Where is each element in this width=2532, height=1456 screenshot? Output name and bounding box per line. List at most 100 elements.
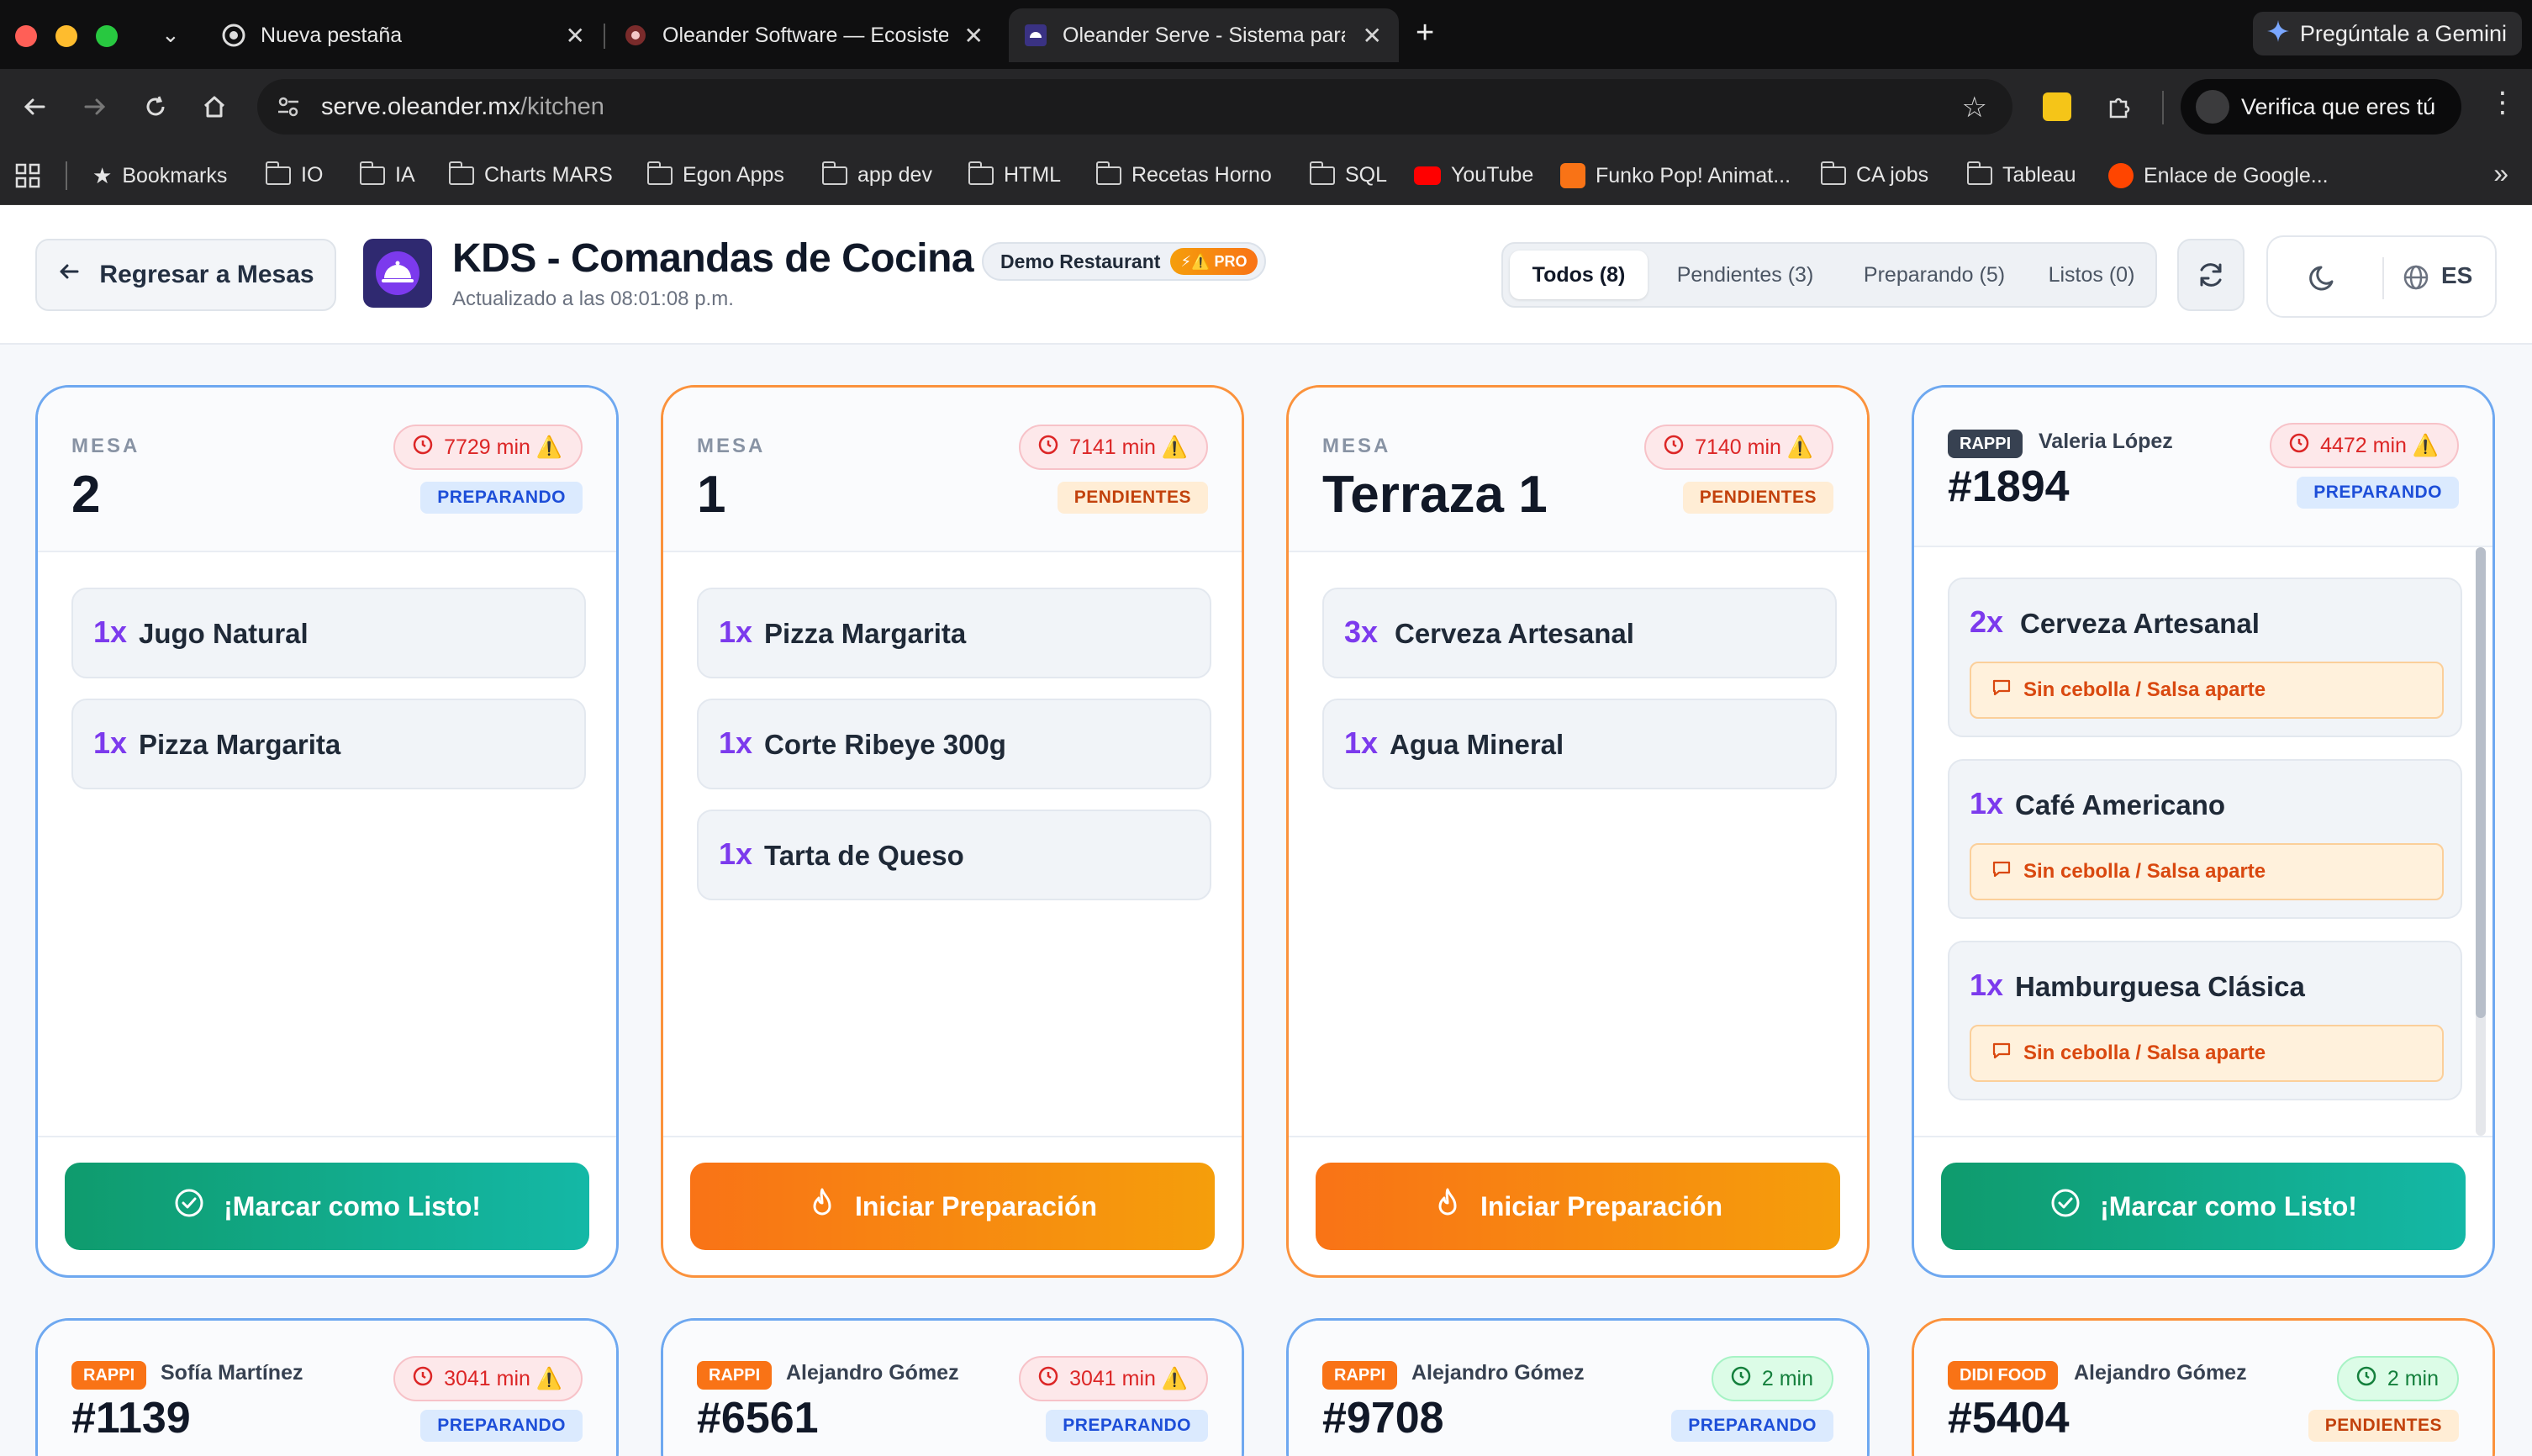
globe-icon[interactable]: [2403, 264, 2429, 295]
maximize-window-button[interactable]: [96, 25, 118, 47]
order-item: 1x Pizza Margarita: [71, 699, 586, 789]
filter-preparing[interactable]: Preparando (5): [1839, 251, 2029, 299]
controls-divider: [2382, 257, 2384, 299]
browser-menu-icon[interactable]: ⋮: [2488, 86, 2517, 119]
toolbar-divider: [2162, 91, 2164, 124]
customer-name: Alejandro Gómez: [2074, 1361, 2247, 1385]
folder-icon: [1966, 161, 1992, 185]
folder-icon: [448, 161, 474, 185]
customer-name: Alejandro Gómez: [1411, 1361, 1585, 1385]
filter-all[interactable]: Todos (8): [1510, 251, 1648, 299]
site-settings-icon[interactable]: [276, 94, 301, 126]
minimize-window-button[interactable]: [55, 25, 77, 47]
folder-icon: [1820, 161, 1846, 185]
forward-arrow-icon[interactable]: [76, 87, 114, 126]
bookmark-recetas-horno[interactable]: Recetas Horno: [1095, 161, 1272, 187]
pro-badge: ⚡⚠️ PRO: [1170, 248, 1258, 275]
new-tab-button[interactable]: +: [1416, 15, 1434, 51]
restaurant-name: Demo Restaurant: [1000, 250, 1161, 272]
bookmark-charts-mars[interactable]: Charts MARS: [448, 161, 613, 187]
scrollbar-thumb[interactable]: [2476, 547, 2486, 1018]
bookmark-google-link[interactable]: Enlace de Google...: [2108, 163, 2329, 188]
close-tab-icon[interactable]: ✕: [964, 22, 984, 50]
mark-ready-button[interactable]: ¡Marcar como Listo!: [65, 1163, 589, 1250]
back-arrow-icon[interactable]: [15, 87, 54, 126]
extensions-puzzle-icon[interactable]: [2100, 87, 2139, 126]
bookmark-sql[interactable]: SQL: [1309, 161, 1387, 187]
tab-oleander-serve[interactable]: Oleander Serve - Sistema para ✕: [1009, 8, 1399, 62]
start-preparation-button[interactable]: Iniciar Preparación: [1316, 1163, 1840, 1250]
tab-title: Nueva pestaña: [261, 23, 403, 47]
moon-icon[interactable]: [2307, 261, 2340, 298]
clock-icon: [2288, 432, 2310, 460]
gemini-button[interactable]: Pregúntale a Gemini: [2252, 12, 2522, 55]
order-number: #1139: [71, 1394, 191, 1443]
oleander-favicon-icon: [624, 24, 647, 47]
check-circle-icon: [2049, 1187, 2081, 1226]
bookmark-bookmarks[interactable]: ★ Bookmarks: [92, 163, 227, 189]
folder-icon: [1309, 161, 1335, 185]
clock-icon: [1730, 1365, 1752, 1393]
elapsed-timer: 2 min: [1711, 1356, 1833, 1401]
order-card-header: MESA 2 7729 min ⚠️ PREPARANDO: [38, 388, 616, 552]
kds-header: Regresar a Mesas KDS - Comandas de Cocin…: [0, 205, 2532, 345]
folder-icon: [359, 161, 385, 185]
order-items: 1x Jugo Natural 1x Pizza Margarita: [38, 554, 616, 1136]
order-item: 2x Cerveza Artesanal Sin cebolla / Salsa …: [1948, 578, 2462, 737]
tab-separator: [604, 24, 605, 49]
clock-icon: [1037, 434, 1059, 462]
filter-ready[interactable]: Listos (0): [2031, 251, 2152, 299]
bookmark-tableau[interactable]: Tableau: [1966, 161, 2076, 187]
back-to-tables-button[interactable]: Regresar a Mesas: [35, 239, 336, 311]
bookmark-star-icon[interactable]: ☆: [1962, 91, 1987, 124]
refresh-button[interactable]: [2177, 239, 2245, 311]
language-button[interactable]: ES: [2441, 262, 2472, 289]
reload-icon[interactable]: [136, 87, 175, 126]
table-number: 1: [697, 466, 726, 524]
order-card-header: RAPPI Alejandro Gómez #9708 2 min PREPAR…: [1289, 1321, 1867, 1456]
bookmark-app-dev[interactable]: app dev: [821, 161, 932, 187]
bookmark-egon-apps[interactable]: Egon Apps: [646, 161, 784, 187]
bookmark-ia[interactable]: IA: [359, 161, 415, 187]
order-card: RAPPI Valeria López #1894 4472 min ⚠️ PR…: [1912, 385, 2495, 1278]
platform-badge: RAPPI: [1322, 1361, 1398, 1390]
more-bookmarks-icon[interactable]: »: [2493, 158, 2508, 189]
bookmark-youtube[interactable]: YouTube: [1414, 163, 1533, 187]
tab-new-tab[interactable]: Nueva pestaña ✕: [207, 8, 602, 62]
oleander-serve-favicon-icon: [1024, 24, 1047, 47]
close-window-button[interactable]: [15, 25, 37, 47]
order-card-header: MESA 1 7141 min ⚠️ PENDIENTES: [663, 388, 1242, 552]
address-bar[interactable]: serve.oleander.mx/kitchen ☆: [257, 79, 2012, 135]
tab-search-chevron-icon[interactable]: ⌄: [161, 22, 180, 48]
platform-badge: RAPPI: [71, 1361, 147, 1390]
browser-toolbar: serve.oleander.mx/kitchen ☆ Verifica que…: [0, 69, 2532, 146]
bookmark-html[interactable]: HTML: [968, 161, 1061, 187]
clock-icon: [412, 1365, 434, 1393]
tab-oleander-software[interactable]: Oleander Software — Ecosistema ✕: [609, 8, 1000, 62]
order-item: 3x Cerveza Artesanal: [1322, 588, 1837, 678]
mark-ready-button[interactable]: ¡Marcar como Listo!: [1941, 1163, 2466, 1250]
apps-grid-icon[interactable]: [15, 163, 40, 194]
back-label: Regresar a Mesas: [99, 261, 314, 288]
bookmark-io[interactable]: IO: [265, 161, 323, 187]
clock-icon: [2355, 1365, 2377, 1393]
close-tab-icon[interactable]: ✕: [1363, 22, 1382, 50]
bookmark-ca-jobs[interactable]: CA jobs: [1820, 161, 1928, 187]
start-preparation-button[interactable]: Iniciar Preparación: [690, 1163, 1215, 1250]
close-tab-icon[interactable]: ✕: [566, 22, 585, 50]
order-card-footer: ¡Marcar como Listo!: [1914, 1136, 2492, 1275]
home-icon[interactable]: [195, 87, 234, 126]
order-number: #6561: [697, 1394, 819, 1443]
filter-pending[interactable]: Pendientes (3): [1653, 251, 1838, 299]
order-card: MESA Terraza 1 7140 min ⚠️ PENDIENTES 3x…: [1286, 385, 1870, 1278]
table-number: Terraza 1: [1322, 466, 1548, 524]
elapsed-timer: 2 min: [2336, 1356, 2459, 1401]
verify-identity-button[interactable]: Verifica que eres tú: [2181, 79, 2461, 135]
item-note: Sin cebolla / Salsa aparte: [1970, 1025, 2444, 1082]
bookmark-funko[interactable]: Funko Pop! Animat...: [1560, 163, 1791, 188]
items-scrollbar[interactable]: [2476, 547, 2486, 1136]
extension-icon[interactable]: [2043, 92, 2071, 121]
order-item: 1x Jugo Natural: [71, 588, 586, 678]
status-badge: PREPARANDO: [1046, 1410, 1208, 1442]
folder-icon: [1095, 161, 1121, 185]
